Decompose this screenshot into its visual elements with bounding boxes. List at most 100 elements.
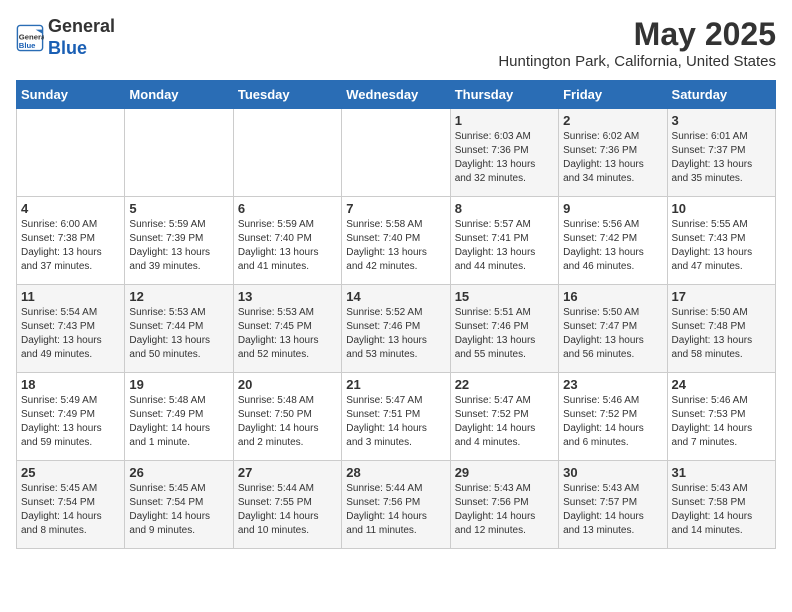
calendar-cell: 2Sunrise: 6:02 AM Sunset: 7:36 PM Daylig… <box>559 109 667 197</box>
day-number: 3 <box>672 113 771 128</box>
day-info: Sunrise: 5:50 AM Sunset: 7:48 PM Dayligh… <box>672 306 771 362</box>
day-info: Sunrise: 6:01 AM Sunset: 7:37 PM Dayligh… <box>672 130 771 186</box>
calendar-cell: 30 Sunrise: 5:43 AM Sunset: 7:57 PM Dayli… <box>559 461 667 549</box>
day-number: 5 <box>129 201 228 216</box>
calendar-cell: 25 Sunrise: 5:45 AM Sunset: 7:54 PM Dayli… <box>17 461 125 549</box>
day-number: 29 <box>455 465 554 480</box>
day-info: Sunrise: 5:47 AM Sunset: 7:51 PM Dayligh… <box>346 394 445 450</box>
calendar-cell: 20Sunrise: 5:48 AM Sunset: 7:50 PM Dayli… <box>233 373 341 461</box>
weekday-header-saturday: Saturday <box>667 81 775 109</box>
day-number: 19 <box>129 377 228 392</box>
day-number: 27 <box>238 465 337 480</box>
day-number: 23 <box>563 377 662 392</box>
calendar-cell: 24Sunrise: 5:46 AM Sunset: 7:53 PM Dayli… <box>667 373 775 461</box>
weekday-header-thursday: Thursday <box>450 81 558 109</box>
day-info: Sunrise: 5:47 AM Sunset: 7:52 PM Dayligh… <box>455 394 554 450</box>
day-info: Sunrise: 5:45 AM Sunset: 7:54 PM Dayligh… <box>129 482 228 538</box>
day-info: Sunrise: 5:52 AM Sunset: 7:46 PM Dayligh… <box>346 306 445 362</box>
calendar-cell: 21 Sunrise: 5:47 AM Sunset: 7:51 PM Dayli… <box>342 373 450 461</box>
calendar-week-row: 1 Sunrise: 6:03 AM Sunset: 7:36 PM Daylig… <box>17 109 776 197</box>
weekday-header-wednesday: Wednesday <box>342 81 450 109</box>
location-title: Huntington Park, California, United Stat… <box>498 53 776 70</box>
calendar-cell: 22 Sunrise: 5:47 AM Sunset: 7:52 PM Dayli… <box>450 373 558 461</box>
calendar-week-row: 11 Sunrise: 5:54 AM Sunset: 7:43 PM Dayli… <box>17 285 776 373</box>
calendar-cell: 13Sunrise: 5:53 AM Sunset: 7:45 PM Dayli… <box>233 285 341 373</box>
weekday-header-sunday: Sunday <box>17 81 125 109</box>
calendar-cell: 29 Sunrise: 5:43 AM Sunset: 7:56 PM Dayli… <box>450 461 558 549</box>
day-info: Sunrise: 5:46 AM Sunset: 7:52 PM Dayligh… <box>563 394 662 450</box>
title-area: May 2025 Huntington Park, California, Un… <box>498 16 776 70</box>
logo-blue-text: Blue <box>48 38 87 58</box>
day-number: 13 <box>238 289 337 304</box>
calendar-cell: 12 Sunrise: 5:53 AM Sunset: 7:44 PM Dayli… <box>125 285 233 373</box>
day-number: 9 <box>563 201 662 216</box>
calendar-cell: 1 Sunrise: 6:03 AM Sunset: 7:36 PM Daylig… <box>450 109 558 197</box>
day-info: Sunrise: 5:54 AM Sunset: 7:43 PM Dayligh… <box>21 306 120 362</box>
day-number: 11 <box>21 289 120 304</box>
day-info: Sunrise: 6:00 AM Sunset: 7:38 PM Dayligh… <box>21 218 120 274</box>
calendar-cell: 16Sunrise: 5:50 AM Sunset: 7:47 PM Dayli… <box>559 285 667 373</box>
calendar-week-row: 25 Sunrise: 5:45 AM Sunset: 7:54 PM Dayli… <box>17 461 776 549</box>
day-number: 17 <box>672 289 771 304</box>
logo: General Blue General Blue <box>16 16 115 59</box>
logo-icon: General Blue <box>16 24 44 52</box>
day-info: Sunrise: 5:53 AM Sunset: 7:44 PM Dayligh… <box>129 306 228 362</box>
day-info: Sunrise: 5:45 AM Sunset: 7:54 PM Dayligh… <box>21 482 120 538</box>
day-info: Sunrise: 5:57 AM Sunset: 7:41 PM Dayligh… <box>455 218 554 274</box>
calendar-cell <box>342 109 450 197</box>
day-info: Sunrise: 6:03 AM Sunset: 7:36 PM Dayligh… <box>455 130 554 186</box>
day-number: 1 <box>455 113 554 128</box>
day-info: Sunrise: 6:02 AM Sunset: 7:36 PM Dayligh… <box>563 130 662 186</box>
day-info: Sunrise: 5:43 AM Sunset: 7:57 PM Dayligh… <box>563 482 662 538</box>
day-info: Sunrise: 5:51 AM Sunset: 7:46 PM Dayligh… <box>455 306 554 362</box>
calendar-cell: 28 Sunrise: 5:44 AM Sunset: 7:56 PM Dayli… <box>342 461 450 549</box>
day-number: 15 <box>455 289 554 304</box>
calendar-cell: 15 Sunrise: 5:51 AM Sunset: 7:46 PM Dayli… <box>450 285 558 373</box>
day-number: 6 <box>238 201 337 216</box>
day-number: 22 <box>455 377 554 392</box>
day-info: Sunrise: 5:50 AM Sunset: 7:47 PM Dayligh… <box>563 306 662 362</box>
day-info: Sunrise: 5:44 AM Sunset: 7:56 PM Dayligh… <box>346 482 445 538</box>
calendar-cell <box>17 109 125 197</box>
day-number: 14 <box>346 289 445 304</box>
day-info: Sunrise: 5:49 AM Sunset: 7:49 PM Dayligh… <box>21 394 120 450</box>
calendar-cell <box>125 109 233 197</box>
day-info: Sunrise: 5:44 AM Sunset: 7:55 PM Dayligh… <box>238 482 337 538</box>
day-info: Sunrise: 5:55 AM Sunset: 7:43 PM Dayligh… <box>672 218 771 274</box>
day-info: Sunrise: 5:43 AM Sunset: 7:58 PM Dayligh… <box>672 482 771 538</box>
day-number: 18 <box>21 377 120 392</box>
calendar-cell: 7Sunrise: 5:58 AM Sunset: 7:40 PM Daylig… <box>342 197 450 285</box>
day-number: 8 <box>455 201 554 216</box>
day-number: 21 <box>346 377 445 392</box>
day-info: Sunrise: 5:58 AM Sunset: 7:40 PM Dayligh… <box>346 218 445 274</box>
calendar-cell: 8 Sunrise: 5:57 AM Sunset: 7:41 PM Daylig… <box>450 197 558 285</box>
day-number: 12 <box>129 289 228 304</box>
weekday-header-friday: Friday <box>559 81 667 109</box>
calendar-cell: 23 Sunrise: 5:46 AM Sunset: 7:52 PM Dayli… <box>559 373 667 461</box>
day-number: 30 <box>563 465 662 480</box>
day-number: 28 <box>346 465 445 480</box>
calendar-cell: 27 Sunrise: 5:44 AM Sunset: 7:55 PM Dayli… <box>233 461 341 549</box>
day-info: Sunrise: 5:59 AM Sunset: 7:39 PM Dayligh… <box>129 218 228 274</box>
calendar-cell: 31Sunrise: 5:43 AM Sunset: 7:58 PM Dayli… <box>667 461 775 549</box>
logo-general-text: General <box>48 16 115 36</box>
month-title: May 2025 <box>498 16 776 53</box>
day-number: 25 <box>21 465 120 480</box>
day-info: Sunrise: 5:43 AM Sunset: 7:56 PM Dayligh… <box>455 482 554 538</box>
calendar-cell: 9 Sunrise: 5:56 AM Sunset: 7:42 PM Daylig… <box>559 197 667 285</box>
day-info: Sunrise: 5:56 AM Sunset: 7:42 PM Dayligh… <box>563 218 662 274</box>
calendar-cell: 19Sunrise: 5:48 AM Sunset: 7:49 PM Dayli… <box>125 373 233 461</box>
page-header: General Blue General Blue May 2025 Hunti… <box>16 16 776 70</box>
calendar-cell: 17 Sunrise: 5:50 AM Sunset: 7:48 PM Dayli… <box>667 285 775 373</box>
calendar-cell: 18 Sunrise: 5:49 AM Sunset: 7:49 PM Dayli… <box>17 373 125 461</box>
calendar-cell: 4 Sunrise: 6:00 AM Sunset: 7:38 PM Daylig… <box>17 197 125 285</box>
calendar-cell <box>233 109 341 197</box>
day-number: 4 <box>21 201 120 216</box>
weekday-header-tuesday: Tuesday <box>233 81 341 109</box>
calendar-cell: 10 Sunrise: 5:55 AM Sunset: 7:43 PM Dayli… <box>667 197 775 285</box>
day-number: 10 <box>672 201 771 216</box>
calendar-cell: 5 Sunrise: 5:59 AM Sunset: 7:39 PM Daylig… <box>125 197 233 285</box>
calendar-cell: 11 Sunrise: 5:54 AM Sunset: 7:43 PM Dayli… <box>17 285 125 373</box>
day-info: Sunrise: 5:48 AM Sunset: 7:50 PM Dayligh… <box>238 394 337 450</box>
day-info: Sunrise: 5:46 AM Sunset: 7:53 PM Dayligh… <box>672 394 771 450</box>
